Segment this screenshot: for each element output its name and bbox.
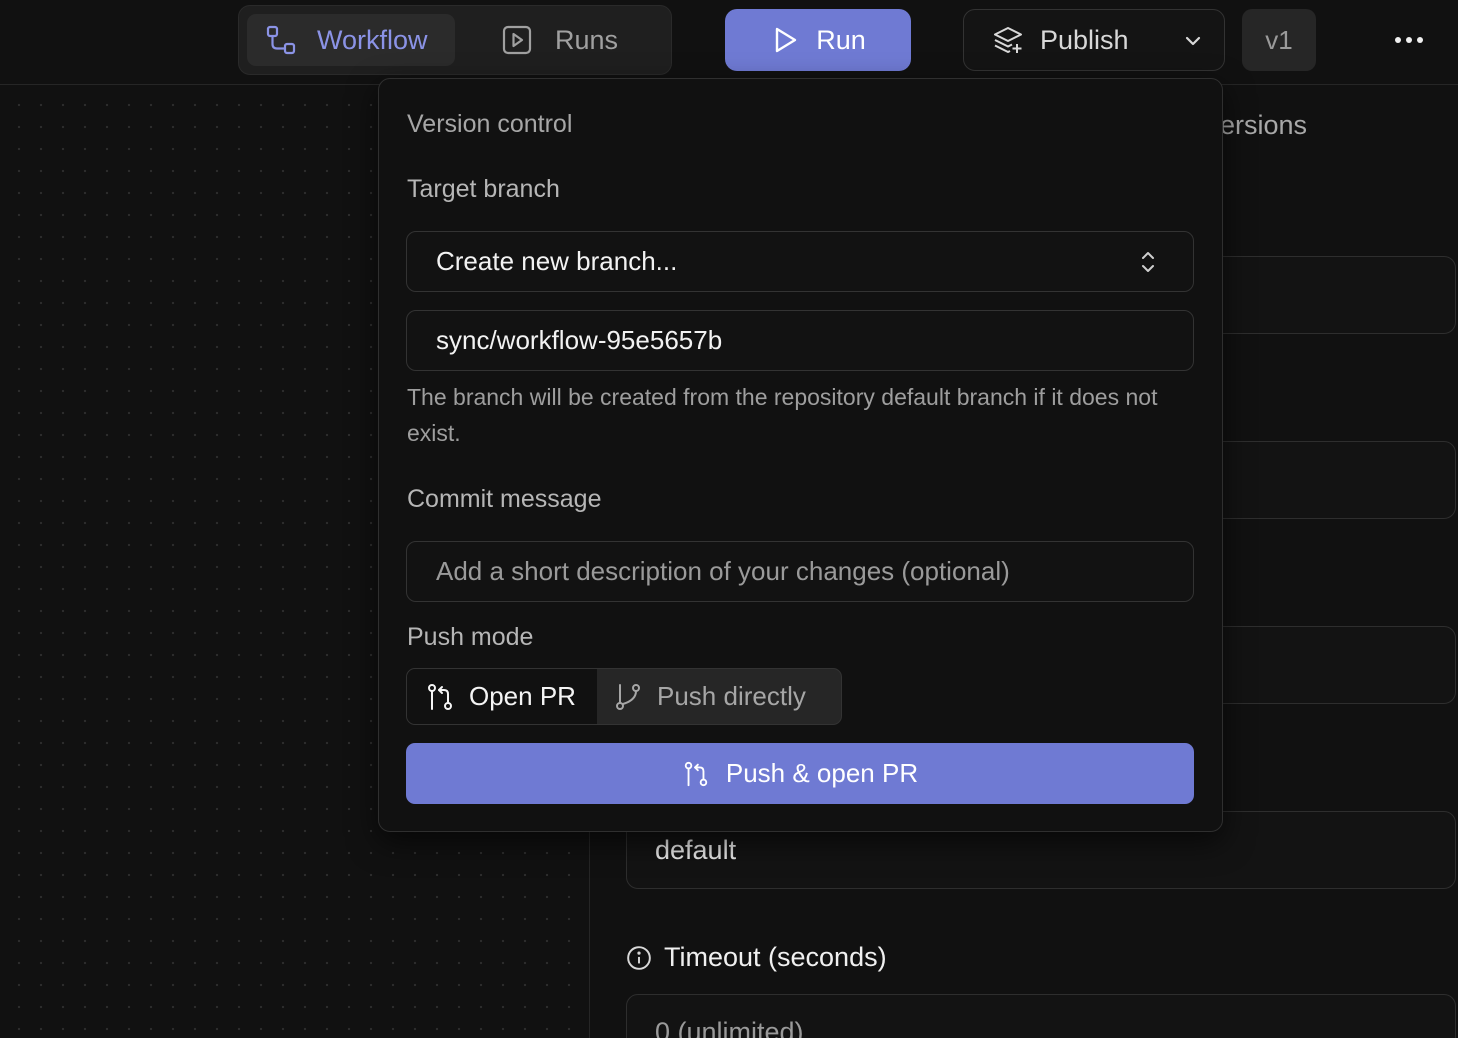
popover-title: Version control xyxy=(407,110,573,138)
timeout-label-text: Timeout (seconds) xyxy=(664,942,887,972)
timeout-value: 0 (unlimited) xyxy=(655,1017,804,1038)
runs-tab[interactable]: Runs xyxy=(485,14,655,66)
git-branch-icon xyxy=(616,683,640,710)
push-mode-open-pr[interactable]: Open PR xyxy=(407,669,597,724)
more-options-button[interactable] xyxy=(1384,22,1434,58)
publish-button[interactable]: Publish xyxy=(963,9,1225,71)
run-button-label: Run xyxy=(816,24,866,55)
top-bar: Workflow Runs Run Publish v1 xyxy=(0,0,1458,85)
chevron-down-icon xyxy=(1185,36,1201,46)
git-pull-request-icon xyxy=(684,761,708,786)
branch-name-input[interactable] xyxy=(406,310,1194,371)
commit-message-label: Commit message xyxy=(407,485,602,513)
more-horizontal-icon xyxy=(1395,37,1423,43)
runs-tab-label: Runs xyxy=(555,24,619,55)
git-pull-request-icon xyxy=(428,683,452,710)
timeout-label: Timeout (seconds) xyxy=(626,942,887,973)
publish-button-label: Publish xyxy=(1040,24,1129,55)
push-mode-open-pr-label: Open PR xyxy=(469,681,576,711)
run-button[interactable]: Run xyxy=(725,9,911,71)
push-mode-push-directly-label: Push directly xyxy=(657,681,806,711)
play-square-icon xyxy=(502,25,532,55)
push-open-pr-button[interactable]: Push & open PR xyxy=(406,743,1194,804)
workflow-tab-label: Workflow xyxy=(317,24,428,55)
commit-message-input[interactable] xyxy=(406,541,1194,602)
push-mode-push-directly[interactable]: Push directly xyxy=(597,669,841,724)
target-branch-select-value: Create new branch... xyxy=(436,246,678,276)
panel-field-4-value: default xyxy=(655,834,737,865)
version-badge[interactable]: v1 xyxy=(1242,9,1316,71)
target-branch-label: Target branch xyxy=(407,175,560,203)
push-mode-toggle: Open PR Push directly xyxy=(406,668,842,725)
target-branch-select[interactable]: Create new branch... xyxy=(406,231,1194,292)
app-page: default Timeout (seconds) 0 (unlimited) … xyxy=(0,0,1458,1038)
play-icon xyxy=(776,27,797,53)
view-toggle: Workflow Runs xyxy=(238,5,672,75)
tab-versions[interactable]: ersions xyxy=(1220,110,1307,141)
chevron-up-down-icon xyxy=(1142,252,1154,272)
info-icon xyxy=(627,945,651,970)
branch-help-text: The branch will be created from the repo… xyxy=(407,384,1158,446)
version-control-popover: Version control Target branch Create new… xyxy=(378,78,1223,832)
layers-icon xyxy=(994,27,1022,53)
push-mode-label: Push mode xyxy=(407,623,534,651)
timeout-input[interactable]: 0 (unlimited) xyxy=(626,994,1456,1038)
push-open-pr-button-label: Push & open PR xyxy=(725,758,919,788)
workflow-tab[interactable]: Workflow xyxy=(247,14,455,66)
workflow-icon xyxy=(266,25,296,55)
